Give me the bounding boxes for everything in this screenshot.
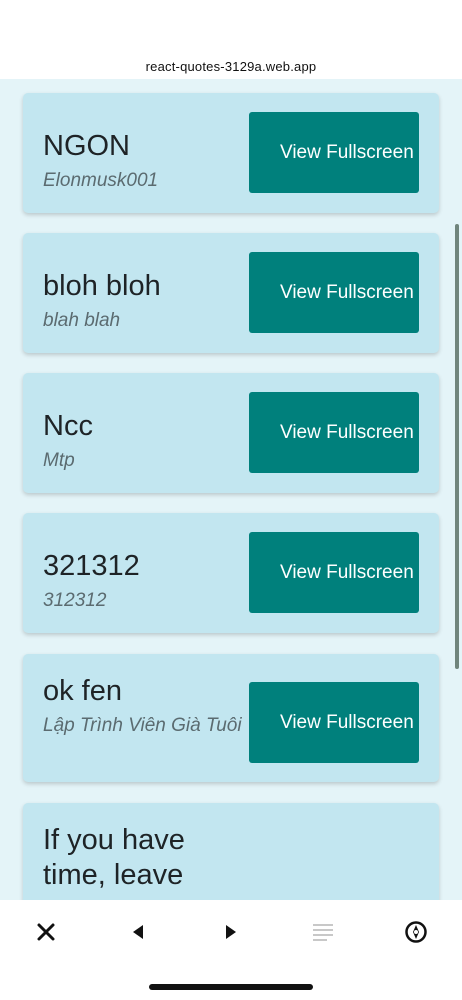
quote-card: 321312 312312 View Fullscreen xyxy=(23,513,439,633)
quote-text: 321312 xyxy=(43,550,140,582)
quote-text-block: ok fen Lập Trình Viên Già Tuôi xyxy=(43,674,243,738)
quote-text-block: NGON Elonmusk001 xyxy=(43,129,243,193)
back-icon xyxy=(133,925,143,939)
quote-list: NGON Elonmusk001 View Fullscreen bloh bl… xyxy=(0,79,462,900)
url-bar[interactable]: react-quotes-3129a.web.app xyxy=(0,0,462,79)
home-indicator[interactable] xyxy=(149,984,313,990)
scrollbar[interactable] xyxy=(455,224,459,669)
view-fullscreen-button[interactable]: View Fullscreen xyxy=(249,392,419,473)
quote-text-block: Ncc Mtp xyxy=(43,409,243,473)
quote-card: ok fen Lập Trình Viên Già Tuôi View Full… xyxy=(23,654,439,782)
compass-icon xyxy=(405,921,427,943)
close-icon xyxy=(37,923,55,941)
quote-text-block: bloh bloh blah blah xyxy=(43,269,243,333)
view-fullscreen-button[interactable]: View Fullscreen xyxy=(249,532,419,613)
quote-author: blah blah xyxy=(43,310,121,331)
back-button[interactable] xyxy=(124,918,152,946)
compass-button[interactable] xyxy=(402,918,430,946)
quote-author: Elonmusk001 xyxy=(43,170,159,191)
view-fullscreen-button[interactable]: View Fullscreen xyxy=(249,252,419,333)
quote-text: ok fen xyxy=(43,675,122,707)
quote-text: bloh bloh xyxy=(43,270,161,302)
reader-icon xyxy=(313,924,333,941)
quote-card: If you have time, leave xyxy=(23,803,439,900)
view-fullscreen-button[interactable]: View Fullscreen xyxy=(249,112,419,193)
forward-button[interactable] xyxy=(217,918,245,946)
forward-icon xyxy=(226,925,236,939)
browser-page: react-quotes-3129a.web.app NGON Elonmusk… xyxy=(0,0,462,1000)
quote-author: 312312 xyxy=(43,590,107,611)
browser-toolbar xyxy=(0,900,462,1000)
quote-text: Ncc xyxy=(43,410,93,442)
view-fullscreen-button[interactable]: View Fullscreen xyxy=(249,682,419,763)
quote-card: Ncc Mtp View Fullscreen xyxy=(23,373,439,493)
quote-card: bloh bloh blah blah View Fullscreen xyxy=(23,233,439,353)
quote-text: NGON xyxy=(43,130,130,162)
quote-text-block: If you have time, leave xyxy=(43,823,243,893)
close-button[interactable] xyxy=(32,918,60,946)
url-text[interactable]: react-quotes-3129a.web.app xyxy=(0,59,462,74)
quote-text: If you have time, leave xyxy=(43,824,185,891)
quote-text-block: 321312 312312 xyxy=(43,549,243,613)
quote-card: NGON Elonmusk001 View Fullscreen xyxy=(23,93,439,213)
quote-author: Lập Trình Viên Già Tuôi xyxy=(43,715,242,736)
quote-author: Mtp xyxy=(43,450,75,471)
reader-button[interactable] xyxy=(309,918,337,946)
